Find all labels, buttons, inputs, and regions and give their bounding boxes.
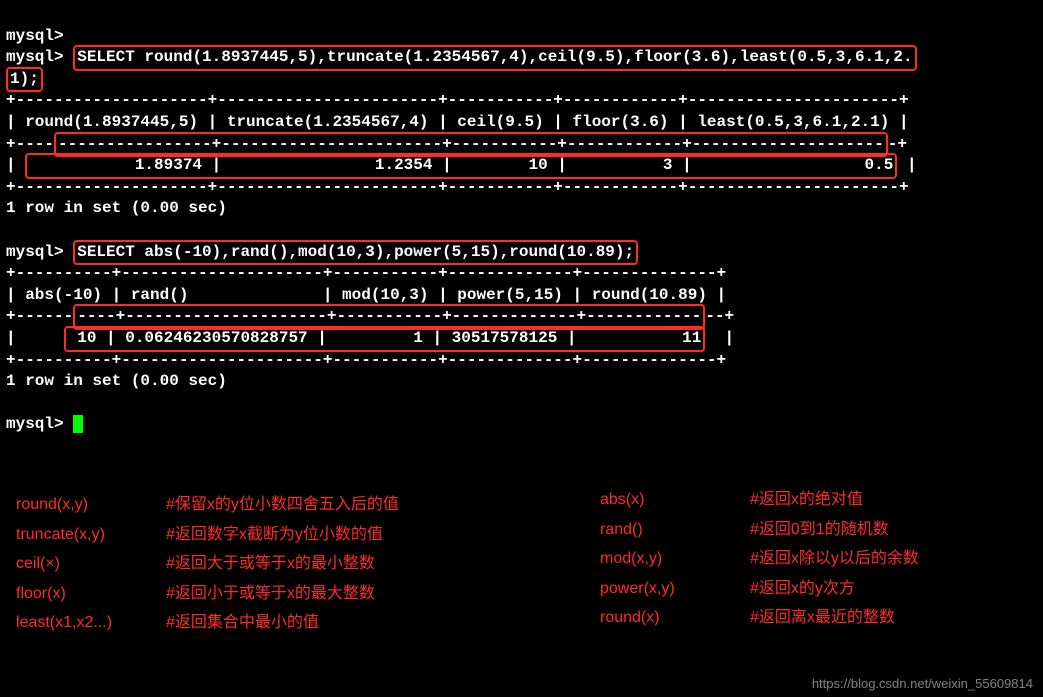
legend-row: least(x1,x2...)#返回集合中最小的值 xyxy=(16,608,576,638)
legend-fn: rand() xyxy=(600,515,750,545)
row-right: | xyxy=(705,329,734,347)
result-separator-left: +---- xyxy=(6,135,54,153)
query1-sql-highlight: SELECT round(1.8937445,5),truncate(1.235… xyxy=(73,45,916,71)
legend-desc: #返回x除以y以后的余数 xyxy=(750,544,919,574)
cursor[interactable] xyxy=(73,415,83,433)
legend-row: rand()#返回0到1的随机数 xyxy=(600,515,1020,545)
result-header: | round(1.8937445,5) | truncate(1.235456… xyxy=(6,113,909,131)
legend-fn: round(x,y) xyxy=(16,490,166,520)
prompt: mysql> xyxy=(6,415,64,433)
legend-row: round(x)#返回离x最近的整数 xyxy=(600,603,1020,633)
legend-desc: #返回大于或等于x的最小整数 xyxy=(166,549,375,579)
prompt: mysql> xyxy=(6,243,64,261)
status-text: 1 row in set (0.00 sec) xyxy=(6,199,227,217)
status-text: 1 row in set (0.00 sec) xyxy=(6,372,227,390)
legend-fn: round(x) xyxy=(600,603,750,633)
legend-desc: #返回0到1的随机数 xyxy=(750,515,889,545)
legend-right: abs(x)#返回x的绝对值 rand()#返回0到1的随机数 mod(x,y)… xyxy=(600,485,1020,633)
result-header: | abs(-10) | rand() | mod(10,3) | power(… xyxy=(6,286,726,304)
legend-fn: abs(x) xyxy=(600,485,750,515)
watermark: https://blog.csdn.net/weixin_55609814 xyxy=(812,676,1033,691)
result-separator: +--------------------+------------------… xyxy=(6,178,909,196)
legend-fn: truncate(x,y) xyxy=(16,520,166,550)
result-separator-left: +------ xyxy=(6,307,73,325)
legend-row: mod(x,y)#返回x除以y以后的余数 xyxy=(600,544,1020,574)
result-separator: +----------+---------------------+------… xyxy=(6,351,726,369)
legend-desc: #返回x的y次方 xyxy=(750,574,855,604)
legend-desc: #返回小于或等于x的最大整数 xyxy=(166,579,375,609)
legend-fn: mod(x,y) xyxy=(600,544,750,574)
query1-sql-tail-highlight: 1); xyxy=(6,67,43,93)
result-separator: +--------------------+------------------… xyxy=(6,91,909,109)
legend-row: round(x,y)#保留x的y位小数四舍五入后的值 xyxy=(16,490,576,520)
row-left: | xyxy=(6,156,25,174)
legend-row: power(x,y)#返回x的y次方 xyxy=(600,574,1020,604)
legend-desc: #返回离x最近的整数 xyxy=(750,603,895,633)
legend-fn: floor(x) xyxy=(16,579,166,609)
legend-fn: ceil(×) xyxy=(16,549,166,579)
result-separator-right: -+ xyxy=(888,135,907,153)
legend-desc: #返回x的绝对值 xyxy=(750,485,863,515)
legend-desc: #保留x的y位小数四舍五入后的值 xyxy=(166,490,399,520)
terminal-output[interactable]: mysql> mysql> SELECT round(1.8937445,5),… xyxy=(0,0,1043,436)
query2-row-highlight: 10 | 0.06246230570828757 | 1 | 305175781… xyxy=(64,326,706,352)
prompt: mysql> xyxy=(6,48,64,66)
legend-left: round(x,y)#保留x的y位小数四舍五入后的值 truncate(x,y)… xyxy=(16,490,576,638)
result-separator-right: --+ xyxy=(705,307,734,325)
legend-desc: #返回集合中最小的值 xyxy=(166,608,319,638)
legend-row: floor(x)#返回小于或等于x的最大整数 xyxy=(16,579,576,609)
prompt: mysql> xyxy=(6,27,64,45)
query1-row-highlight: 1.89374 | 1.2354 | 10 | 3 | 0.5 xyxy=(25,153,897,179)
result-separator: +----------+---------------------+------… xyxy=(6,264,726,282)
legend-desc: #返回数字x截断为y位小数的值 xyxy=(166,520,383,550)
legend-fn: power(x,y) xyxy=(600,574,750,604)
legend-row: truncate(x,y)#返回数字x截断为y位小数的值 xyxy=(16,520,576,550)
row-left: | xyxy=(6,329,64,347)
legend-row: ceil(×)#返回大于或等于x的最小整数 xyxy=(16,549,576,579)
legend-fn: least(x1,x2...) xyxy=(16,608,166,638)
row-right: | xyxy=(897,156,916,174)
query2-sql-highlight: SELECT abs(-10),rand(),mod(10,3),power(5… xyxy=(73,240,638,266)
legend-row: abs(x)#返回x的绝对值 xyxy=(600,485,1020,515)
